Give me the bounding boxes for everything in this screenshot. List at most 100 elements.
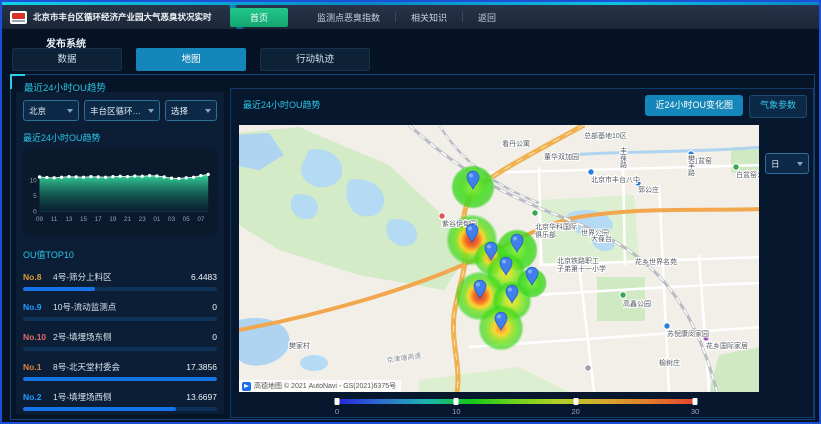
app-logo-base-mark — [12, 20, 25, 22]
map-label: 北京铁路职工子弟第十一小学 — [557, 256, 606, 273]
trend-xtick: 03 — [168, 216, 176, 223]
trend-point — [89, 175, 92, 178]
point-select[interactable]: 选择 — [165, 100, 217, 121]
city-select[interactable]: 北京 — [23, 100, 79, 121]
trend-xtick: 13 — [65, 216, 73, 223]
trend-xtick: 17 — [95, 216, 103, 223]
ou-value: 17.3856 — [186, 362, 217, 372]
ou-rank: No.10 — [23, 332, 53, 342]
trend-point — [53, 176, 56, 179]
tab-data[interactable]: 数据 — [12, 48, 122, 71]
nav-item-back[interactable]: 返回 — [463, 11, 511, 24]
nav-item-odor-index[interactable]: 监测点恶臭指数 — [302, 11, 395, 24]
trend-point — [207, 173, 210, 176]
ou-value: 0 — [212, 332, 217, 342]
app-logo-icon — [10, 11, 27, 24]
map-attribution-text: 高德地图 © 2021 AutoNavi - GS(2021)6375号 — [254, 381, 396, 391]
trend-xtick: 09 — [36, 216, 44, 223]
trend-point — [38, 175, 41, 178]
ou-bar-fill — [23, 407, 176, 411]
ou-rank: No.2 — [23, 392, 53, 402]
ou-color-legend: 0102030 — [337, 399, 695, 417]
sidebar: 北京 丰台区循环经济产... 选择 最近24小时OU趋势 05100911131… — [16, 92, 224, 414]
map-label: 大葆台 — [591, 234, 612, 243]
map-label: 郭公庄 — [638, 185, 659, 194]
ou-top-list-title: OU值TOP10 — [23, 248, 217, 261]
weather-params-button[interactable]: 气象参数 — [749, 95, 807, 118]
ou-point-name: 2号-填埋场东侧 — [53, 331, 206, 343]
map[interactable]: 总部基地10区看丹公寓董华双加园北京市丰台八中白盆窑郭公庄白盆窑公园世界公园紫谷… — [239, 125, 759, 392]
map-label: 北京市丰台八中 — [591, 175, 640, 184]
ou-color-scale-ticks: 0102030 — [337, 407, 695, 417]
chevron-down-icon — [797, 162, 803, 166]
trend-point — [126, 175, 129, 178]
trend-xtick: 07 — [197, 216, 205, 223]
trend-ytick: 10 — [30, 177, 38, 184]
map-label: 白盆窑公园 — [736, 170, 759, 179]
app-logo-red-mark — [12, 13, 25, 19]
map-panel-buttons: 近24小时OU变化图 气象参数 — [645, 95, 807, 118]
ou-bar-fill — [23, 377, 217, 381]
trend-point — [133, 174, 136, 177]
park-select[interactable]: 丰台区循环经济产... — [84, 100, 160, 121]
legend-tick-label: 10 — [452, 407, 460, 416]
ou-top-row: No.8 4号-筛分上料区 6.4483 — [23, 271, 217, 291]
trend-point — [104, 176, 107, 179]
map-poi-icon — [532, 210, 538, 216]
trend-point — [155, 174, 158, 177]
map-poi-icon — [664, 323, 670, 329]
ou-value: 13.6697 — [186, 392, 217, 402]
trend-point — [75, 175, 78, 178]
trend-point — [177, 177, 180, 180]
tab-trajectory[interactable]: 行动轨迹 — [260, 48, 370, 71]
ou-value: 0 — [212, 302, 217, 312]
ou-rank: No.9 — [23, 302, 53, 312]
legend-marker — [693, 398, 698, 405]
trend-xtick: 19 — [109, 216, 117, 223]
chevron-down-icon — [205, 109, 211, 113]
legend-tick-label: 30 — [691, 407, 699, 416]
nav-item-home[interactable]: 首页 — [230, 8, 288, 27]
trend-point — [141, 175, 144, 178]
map-label: 看丹公寓 — [502, 139, 530, 148]
ou-top-row: No.2 1号-填埋场西侧 13.6697 — [23, 391, 217, 411]
trend-xtick: 23 — [139, 216, 147, 223]
ou-top-list: No.8 4号-筛分上料区 6.4483 No.9 10号-流动监测点 0 No… — [23, 271, 217, 411]
ou-top-row: No.1 8号-北天堂村委会 17.3856 — [23, 361, 217, 381]
ou-point-name: 1号-填埋场西侧 — [53, 391, 180, 403]
ou-bar-track — [23, 377, 217, 381]
map-poi-icon — [439, 213, 445, 219]
map-label: 总部基地10区 — [584, 131, 627, 140]
ou-bar-track — [23, 287, 217, 291]
ou-change-map-button[interactable]: 近24小时OU变化图 — [645, 95, 743, 116]
trend-xtick: 01 — [153, 216, 161, 223]
trend-point — [119, 175, 122, 178]
map-label: 花乡世界名苑 — [635, 257, 677, 266]
filter-row: 北京 丰台区循环经济产... 选择 — [23, 100, 217, 121]
map-label: 高鑫公园 — [623, 299, 651, 308]
trend-point — [185, 176, 188, 179]
map-poi-icon — [733, 164, 739, 170]
trend-xtick: 15 — [80, 216, 88, 223]
trend-ytick: 5 — [33, 193, 37, 200]
ou-trend-chart: 0510091113151719212301030507 — [23, 148, 217, 236]
ou-color-scale — [337, 399, 695, 404]
trend-xtick: 05 — [183, 216, 191, 223]
trend-point — [192, 176, 195, 179]
ou-trend-chart-svg: 0510091113151719212301030507 — [25, 152, 215, 230]
tab-map[interactable]: 地图 — [136, 48, 246, 71]
trend-ytick: 0 — [33, 208, 37, 215]
trend-xtick: 21 — [124, 216, 132, 223]
ou-bar-track — [23, 317, 217, 321]
ou-bar-fill — [23, 287, 95, 291]
map-poi-icon — [585, 365, 591, 371]
ou-bar-track — [23, 407, 217, 411]
app-title: 北京市丰台区循环经济产业园大气恶臭状况实时 — [33, 11, 212, 23]
nav-item-knowledge[interactable]: 相关知识 — [396, 11, 462, 24]
point-select-value: 选择 — [171, 105, 188, 117]
period-select-value: 日 — [771, 158, 780, 170]
legend-tick-label: 0 — [335, 407, 339, 416]
period-select[interactable]: 日 — [765, 153, 809, 174]
ou-point-name: 10号-流动监测点 — [53, 301, 206, 313]
ou-point-name: 8号-北天堂村委会 — [53, 361, 180, 373]
